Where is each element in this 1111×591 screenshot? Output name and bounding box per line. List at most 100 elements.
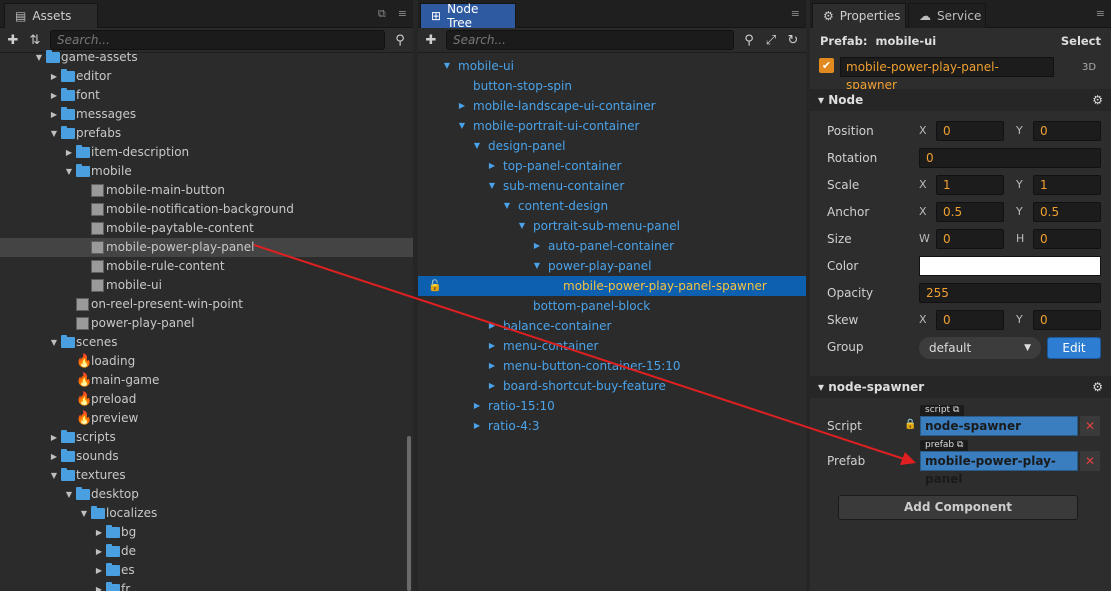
node-tree-row[interactable]: ▶ balance-container — [418, 316, 806, 336]
chevron-down-icon[interactable]: ▼ — [457, 116, 467, 136]
chevron-down-icon[interactable]: ▼ — [64, 485, 74, 504]
asset-row[interactable]: 🔥 preview — [0, 409, 413, 428]
asset-row[interactable]: ▶ bg — [0, 523, 413, 542]
script-asset-field[interactable]: node-spawner — [920, 416, 1078, 436]
chevron-right-icon[interactable]: ▶ — [49, 67, 59, 86]
menu-icon[interactable]: ≡ — [398, 7, 407, 21]
chevron-down-icon[interactable]: ▼ — [34, 48, 44, 67]
chevron-right-icon[interactable]: ▶ — [94, 561, 104, 580]
search-icon[interactable]: ⚲ — [393, 33, 407, 48]
asset-row[interactable]: ▶ de — [0, 542, 413, 561]
node-spawner-section-header[interactable]: ▾ node-spawner ⚙ — [810, 376, 1111, 398]
node-tree-row[interactable]: ▶ board-shortcut-buy-feature — [418, 376, 806, 396]
gear-icon[interactable]: ⚙ — [1092, 93, 1103, 107]
chevron-down-icon[interactable]: ▼ — [64, 162, 74, 181]
chevron-right-icon[interactable]: ▶ — [94, 523, 104, 542]
node-tree-row[interactable]: ▶ auto-panel-container — [418, 236, 806, 256]
asset-row[interactable]: ▶ messages — [0, 105, 413, 124]
asset-row[interactable]: mobile-notification-background — [0, 200, 413, 219]
asset-row[interactable]: ▶ item-description — [0, 143, 413, 162]
chevron-down-icon[interactable]: ▼ — [49, 466, 59, 485]
asset-row[interactable]: ▶ scripts — [0, 428, 413, 447]
asset-row[interactable]: mobile-paytable-content — [0, 219, 413, 238]
prefab-asset-field[interactable]: mobile-power-play-panel — [920, 451, 1078, 486]
menu-icon[interactable]: ≡ — [1096, 7, 1105, 20]
chevron-right-icon[interactable]: ▶ — [487, 336, 497, 356]
asset-row[interactable]: ▼ mobile — [0, 162, 413, 181]
search-icon[interactable]: ⚲ — [742, 33, 756, 48]
popout-icon[interactable]: ⧉ — [378, 7, 386, 21]
menu-icon[interactable]: ≡ — [791, 7, 800, 20]
chevron-right-icon[interactable]: ▶ — [49, 105, 59, 124]
expand-icon[interactable]: ⤢ — [764, 33, 778, 48]
skew-x-input[interactable]: 0 — [936, 310, 1004, 330]
node-tree-row[interactable]: ▶ menu-container — [418, 336, 806, 356]
asset-row[interactable]: ▶ sounds — [0, 447, 413, 466]
node-tree-row[interactable]: ▼ content-design — [418, 196, 806, 216]
position-x-input[interactable]: 0 — [936, 121, 1004, 141]
opacity-input[interactable]: 255 — [919, 283, 1101, 303]
mode-3d-toggle[interactable]: 3D — [1082, 62, 1096, 73]
asset-row[interactable]: ▶ es — [0, 561, 413, 580]
chevron-down-icon[interactable]: ▼ — [49, 333, 59, 352]
add-icon[interactable]: ✚ — [6, 33, 20, 48]
tab-node-tree[interactable]: ⊞ Node Tree — [420, 2, 516, 30]
chevron-right-icon[interactable]: ▶ — [487, 156, 497, 176]
asset-row[interactable]: ▶ fr — [0, 580, 413, 591]
gear-icon[interactable]: ⚙ — [1092, 380, 1103, 394]
add-component-button[interactable]: Add Component — [838, 495, 1078, 520]
color-swatch[interactable] — [919, 256, 1101, 276]
node-active-checkbox[interactable]: ✔ — [819, 58, 834, 73]
node-name-input[interactable]: mobile-power-play-panel-spawner — [840, 57, 1054, 92]
chevron-right-icon[interactable]: ▶ — [457, 96, 467, 116]
chevron-right-icon[interactable]: ▶ — [487, 316, 497, 336]
chevron-right-icon[interactable]: ▶ — [49, 428, 59, 447]
unlock-icon[interactable]: 🔓 — [428, 276, 442, 296]
asset-row[interactable]: ▼ desktop — [0, 485, 413, 504]
asset-row[interactable]: ▼ game-assets — [0, 48, 413, 67]
anchor-x-input[interactable]: 0.5 — [936, 202, 1004, 222]
asset-row[interactable]: power-play-panel — [0, 314, 413, 333]
node-tree-row[interactable]: ▶ ratio-4:3 — [418, 416, 806, 436]
scale-y-input[interactable]: 1 — [1033, 175, 1101, 195]
node-section-header[interactable]: ▾ Node ⚙ — [810, 89, 1111, 111]
group-select[interactable]: default ▼ — [919, 337, 1041, 359]
sort-icon[interactable]: ⇅ — [28, 33, 42, 48]
node-search-input[interactable]: Search... — [446, 30, 734, 50]
add-node-icon[interactable]: ✚ — [424, 33, 438, 48]
asset-row[interactable]: ▼ localizes — [0, 504, 413, 523]
select-button[interactable]: Select — [1061, 34, 1101, 48]
node-tree-row[interactable]: ▶ ratio-15:10 — [418, 396, 806, 416]
node-tree-row[interactable]: ▶ menu-button-container-15:10 — [418, 356, 806, 376]
chevron-down-icon[interactable]: ▼ — [79, 504, 89, 523]
node-tree-row[interactable]: ▼ mobile-ui — [418, 56, 806, 76]
node-tree-row[interactable]: ▼ portrait-sub-menu-panel — [418, 216, 806, 236]
asset-row[interactable]: 🔥 loading — [0, 352, 413, 371]
refresh-icon[interactable]: ↻ — [786, 33, 800, 48]
clear-prefab-button[interactable]: ✕ — [1080, 451, 1100, 471]
asset-row[interactable]: ▼ prefabs — [0, 124, 413, 143]
chevron-right-icon[interactable]: ▶ — [64, 143, 74, 162]
chevron-right-icon[interactable]: ▶ — [487, 356, 497, 376]
scale-x-input[interactable]: 1 — [936, 175, 1004, 195]
node-tree-row[interactable]: bottom-panel-block — [418, 296, 806, 316]
chevron-down-icon[interactable]: ▼ — [472, 136, 482, 156]
chevron-right-icon[interactable]: ▶ — [472, 396, 482, 416]
chevron-right-icon[interactable]: ▶ — [94, 580, 104, 591]
asset-row[interactable]: mobile-ui — [0, 276, 413, 295]
rotation-input[interactable]: 0 — [919, 148, 1101, 168]
position-y-input[interactable]: 0 — [1033, 121, 1101, 141]
chevron-down-icon[interactable]: ▼ — [532, 256, 542, 276]
anchor-y-input[interactable]: 0.5 — [1033, 202, 1101, 222]
clear-script-button[interactable]: ✕ — [1080, 416, 1100, 436]
node-tree-row[interactable]: button-stop-spin — [418, 76, 806, 96]
tab-service[interactable]: ☁ Service — [908, 3, 986, 28]
asset-row[interactable]: ▶ editor — [0, 67, 413, 86]
size-w-input[interactable]: 0 — [936, 229, 1004, 249]
chevron-down-icon[interactable]: ▼ — [502, 196, 512, 216]
chevron-down-icon[interactable]: ▼ — [517, 216, 527, 236]
asset-row[interactable]: 🔥 main-game — [0, 371, 413, 390]
assets-scrollbar[interactable] — [407, 436, 411, 591]
node-tree-row[interactable]: ▼ sub-menu-container — [418, 176, 806, 196]
chevron-right-icon[interactable]: ▶ — [94, 542, 104, 561]
